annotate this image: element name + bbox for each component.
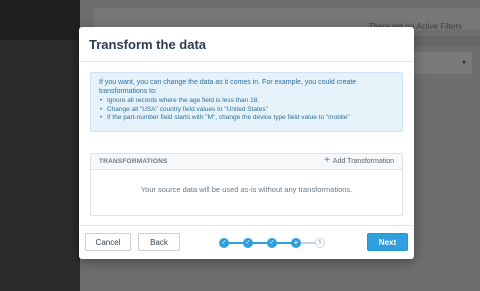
step-complete-check-icon: ✓ <box>219 238 229 248</box>
empty-state-message: Your source data will be used as-is with… <box>140 185 353 194</box>
wizard-stepper: ✓ ✓ ✓ + 5 <box>219 237 329 249</box>
background-sidebar <box>0 0 80 291</box>
info-example: If the part-number field starts with "M"… <box>99 114 394 123</box>
info-examples: Ignore all records where the age field i… <box>99 97 394 123</box>
modal-title: Transform the data <box>89 37 207 52</box>
chevron-down-icon: ▾ <box>461 58 466 67</box>
next-button[interactable]: Next <box>367 233 408 251</box>
cancel-button[interactable]: Cancel <box>85 233 131 251</box>
transformations-panel: TRANSFORMATIONS + Add Transformation You… <box>90 153 403 216</box>
info-example: Change all "USA" country field values to… <box>99 106 394 115</box>
transformations-header: TRANSFORMATIONS + Add Transformation <box>91 154 402 170</box>
info-box: If you want, you can change the data as … <box>90 72 403 132</box>
plus-icon: + <box>324 155 330 166</box>
info-example: Ignore all records where the age field i… <box>99 97 394 106</box>
background-sidebar-header <box>0 0 80 40</box>
step-upcoming: 5 <box>315 238 325 248</box>
add-transformation-button[interactable]: + Add Transformation <box>324 155 394 166</box>
back-button[interactable]: Back <box>138 233 180 251</box>
stepper-remaining-line <box>299 242 315 244</box>
add-transformation-label: Add Transformation <box>332 157 394 165</box>
stepper-progress-line <box>227 242 299 244</box>
modal-header: Transform the data <box>79 27 414 62</box>
background-select: ▾ <box>412 52 472 74</box>
modal-footer: Cancel Back ✓ ✓ ✓ + 5 Next <box>79 225 414 259</box>
transformations-label: TRANSFORMATIONS <box>99 158 168 165</box>
step-complete-check-icon: ✓ <box>243 238 253 248</box>
transform-data-modal: Transform the data If you want, you can … <box>79 27 414 259</box>
info-intro: If you want, you can change the data as … <box>99 79 357 95</box>
step-complete-check-icon: ✓ <box>267 238 277 248</box>
step-current-plus-icon: + <box>291 238 301 248</box>
